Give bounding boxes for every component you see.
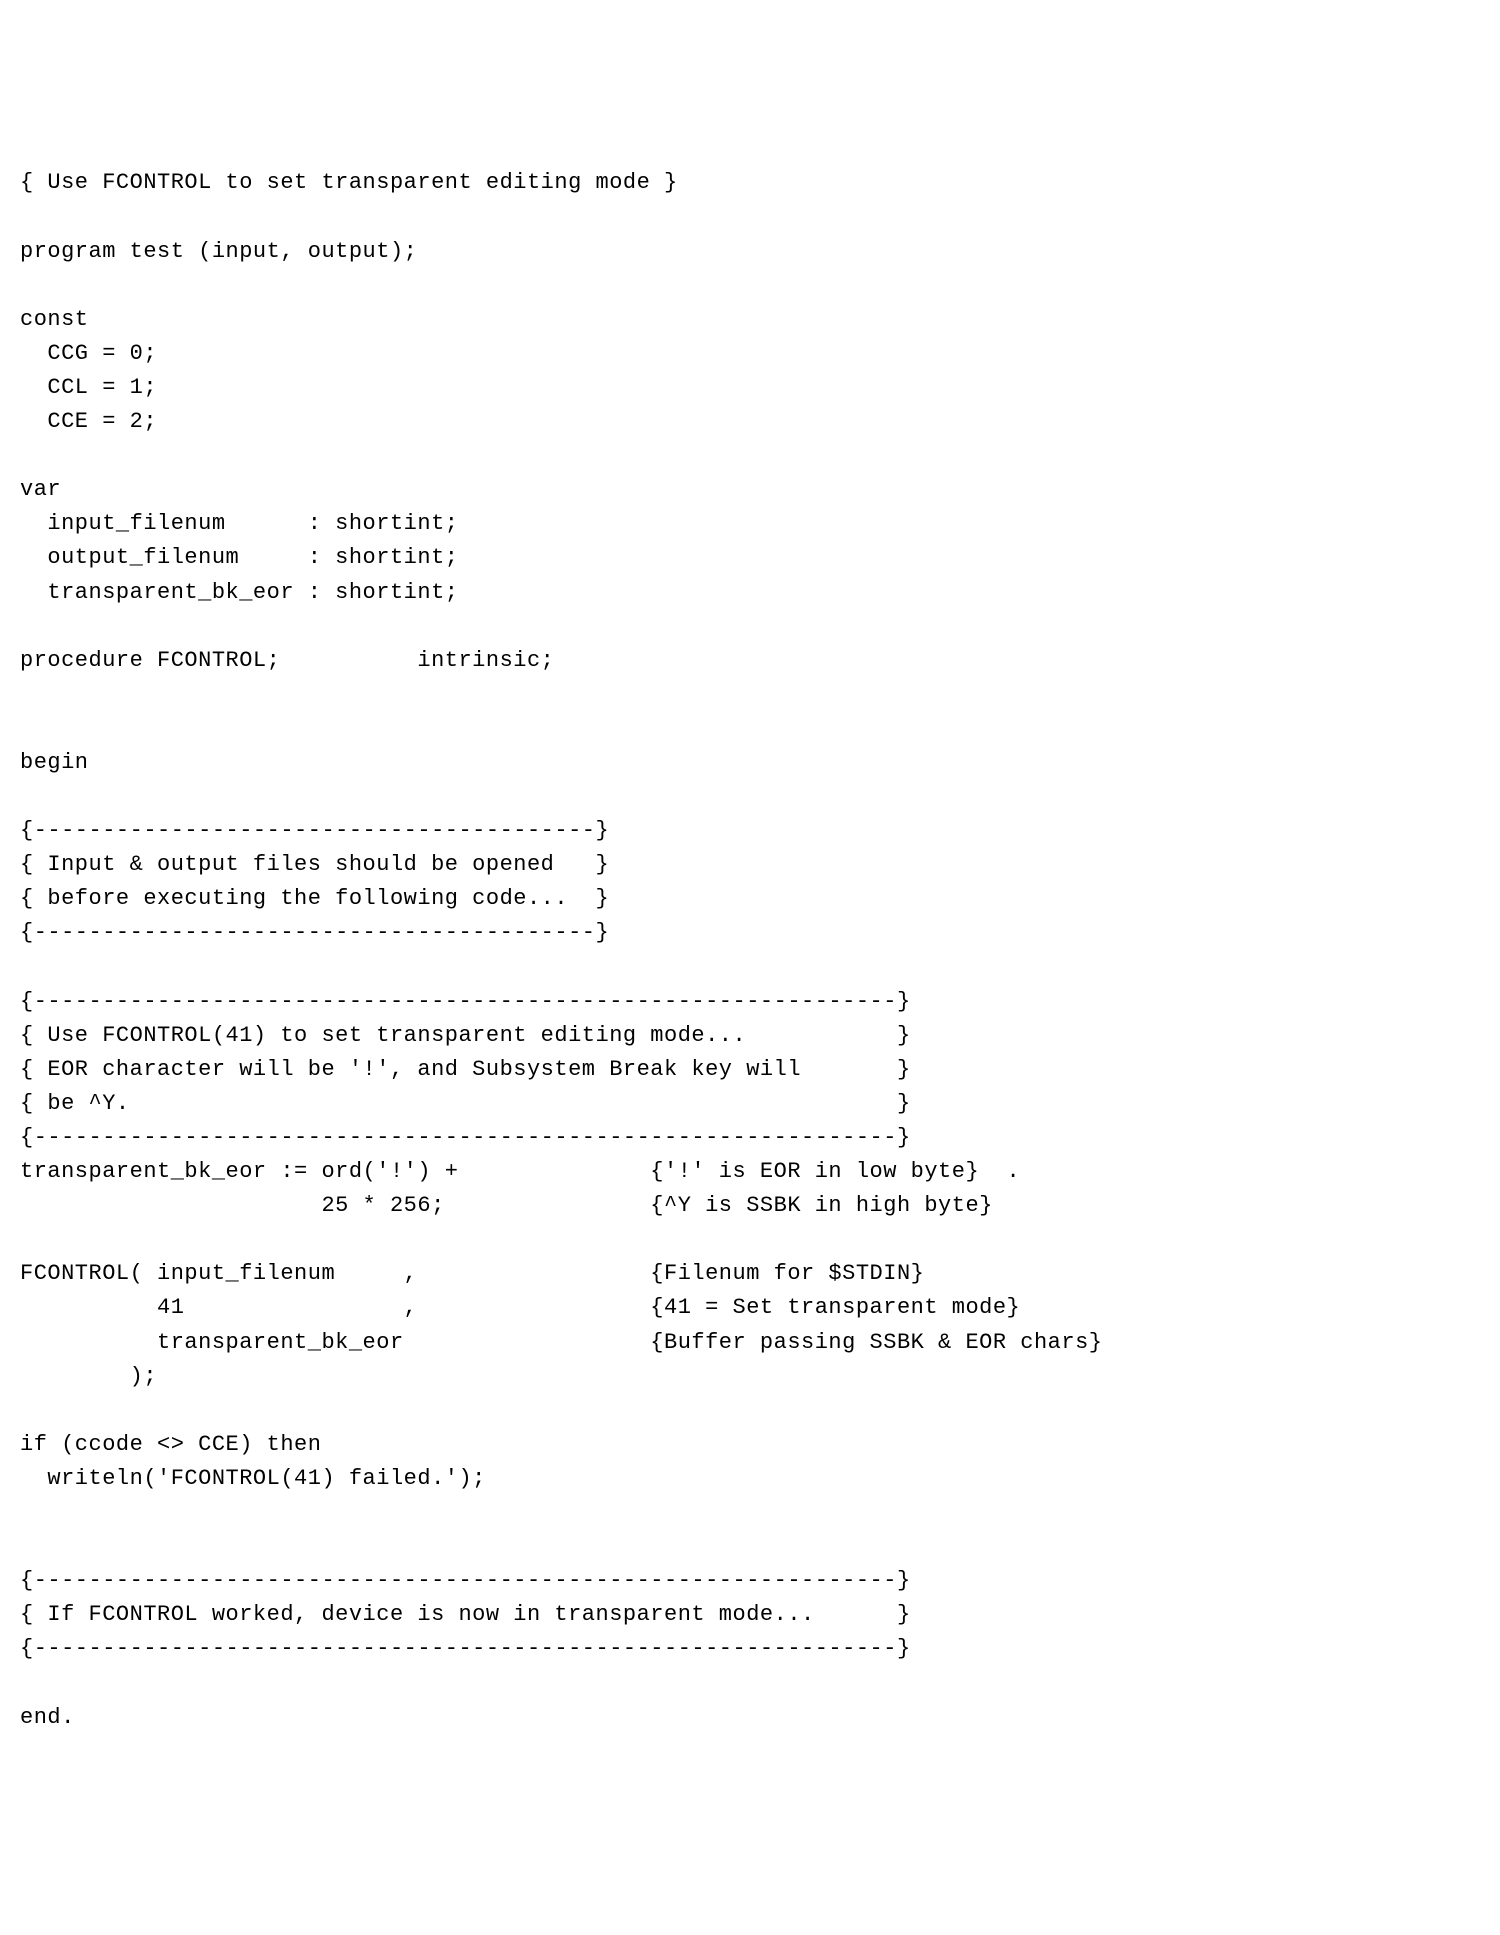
- code-line: CCG = 0;: [20, 341, 157, 366]
- code-line: { Use FCONTROL(41) to set transparent ed…: [20, 1023, 911, 1048]
- code-line: 25 * 256; {^Y is SSBK in high byte}: [20, 1193, 993, 1218]
- code-listing: { Use FCONTROL to set transparent editin…: [20, 166, 1480, 1734]
- code-line: if (ccode <> CCE) then: [20, 1432, 321, 1457]
- code-line: FCONTROL( input_filenum , {Filenum for $…: [20, 1261, 924, 1286]
- code-line: {---------------------------------------…: [20, 920, 609, 945]
- code-line: 41 , {41 = Set transparent mode}: [20, 1295, 1020, 1320]
- code-line: writeln('FCONTROL(41) failed.');: [20, 1466, 486, 1491]
- code-line: {---------------------------------------…: [20, 1568, 911, 1593]
- code-line: program test (input, output);: [20, 239, 417, 264]
- code-line: {---------------------------------------…: [20, 818, 609, 843]
- code-line: begin: [20, 750, 89, 775]
- code-line: { If FCONTROL worked, device is now in t…: [20, 1602, 911, 1627]
- code-line: CCL = 1;: [20, 375, 157, 400]
- code-line: procedure FCONTROL; intrinsic;: [20, 648, 554, 673]
- code-line: { before executing the following code...…: [20, 886, 609, 911]
- code-line: var: [20, 477, 61, 502]
- code-line: { EOR character will be '!', and Subsyst…: [20, 1057, 911, 1082]
- code-line: { Input & output files should be opened …: [20, 852, 609, 877]
- code-line: );: [20, 1364, 157, 1389]
- code-line: transparent_bk_eor {Buffer passing SSBK …: [20, 1330, 1102, 1355]
- code-line: const: [20, 307, 89, 332]
- code-line: { Use FCONTROL to set transparent editin…: [20, 170, 678, 195]
- code-line: {---------------------------------------…: [20, 989, 911, 1014]
- code-line: output_filenum : shortint;: [20, 545, 458, 570]
- code-line: CCE = 2;: [20, 409, 157, 434]
- code-line: input_filenum : shortint;: [20, 511, 458, 536]
- code-line: {---------------------------------------…: [20, 1636, 911, 1661]
- code-line: end.: [20, 1705, 75, 1730]
- code-line: { be ^Y. }: [20, 1091, 911, 1116]
- code-line: {---------------------------------------…: [20, 1125, 911, 1150]
- code-line: transparent_bk_eor : shortint;: [20, 580, 458, 605]
- code-line: transparent_bk_eor := ord('!') + {'!' is…: [20, 1159, 1020, 1184]
